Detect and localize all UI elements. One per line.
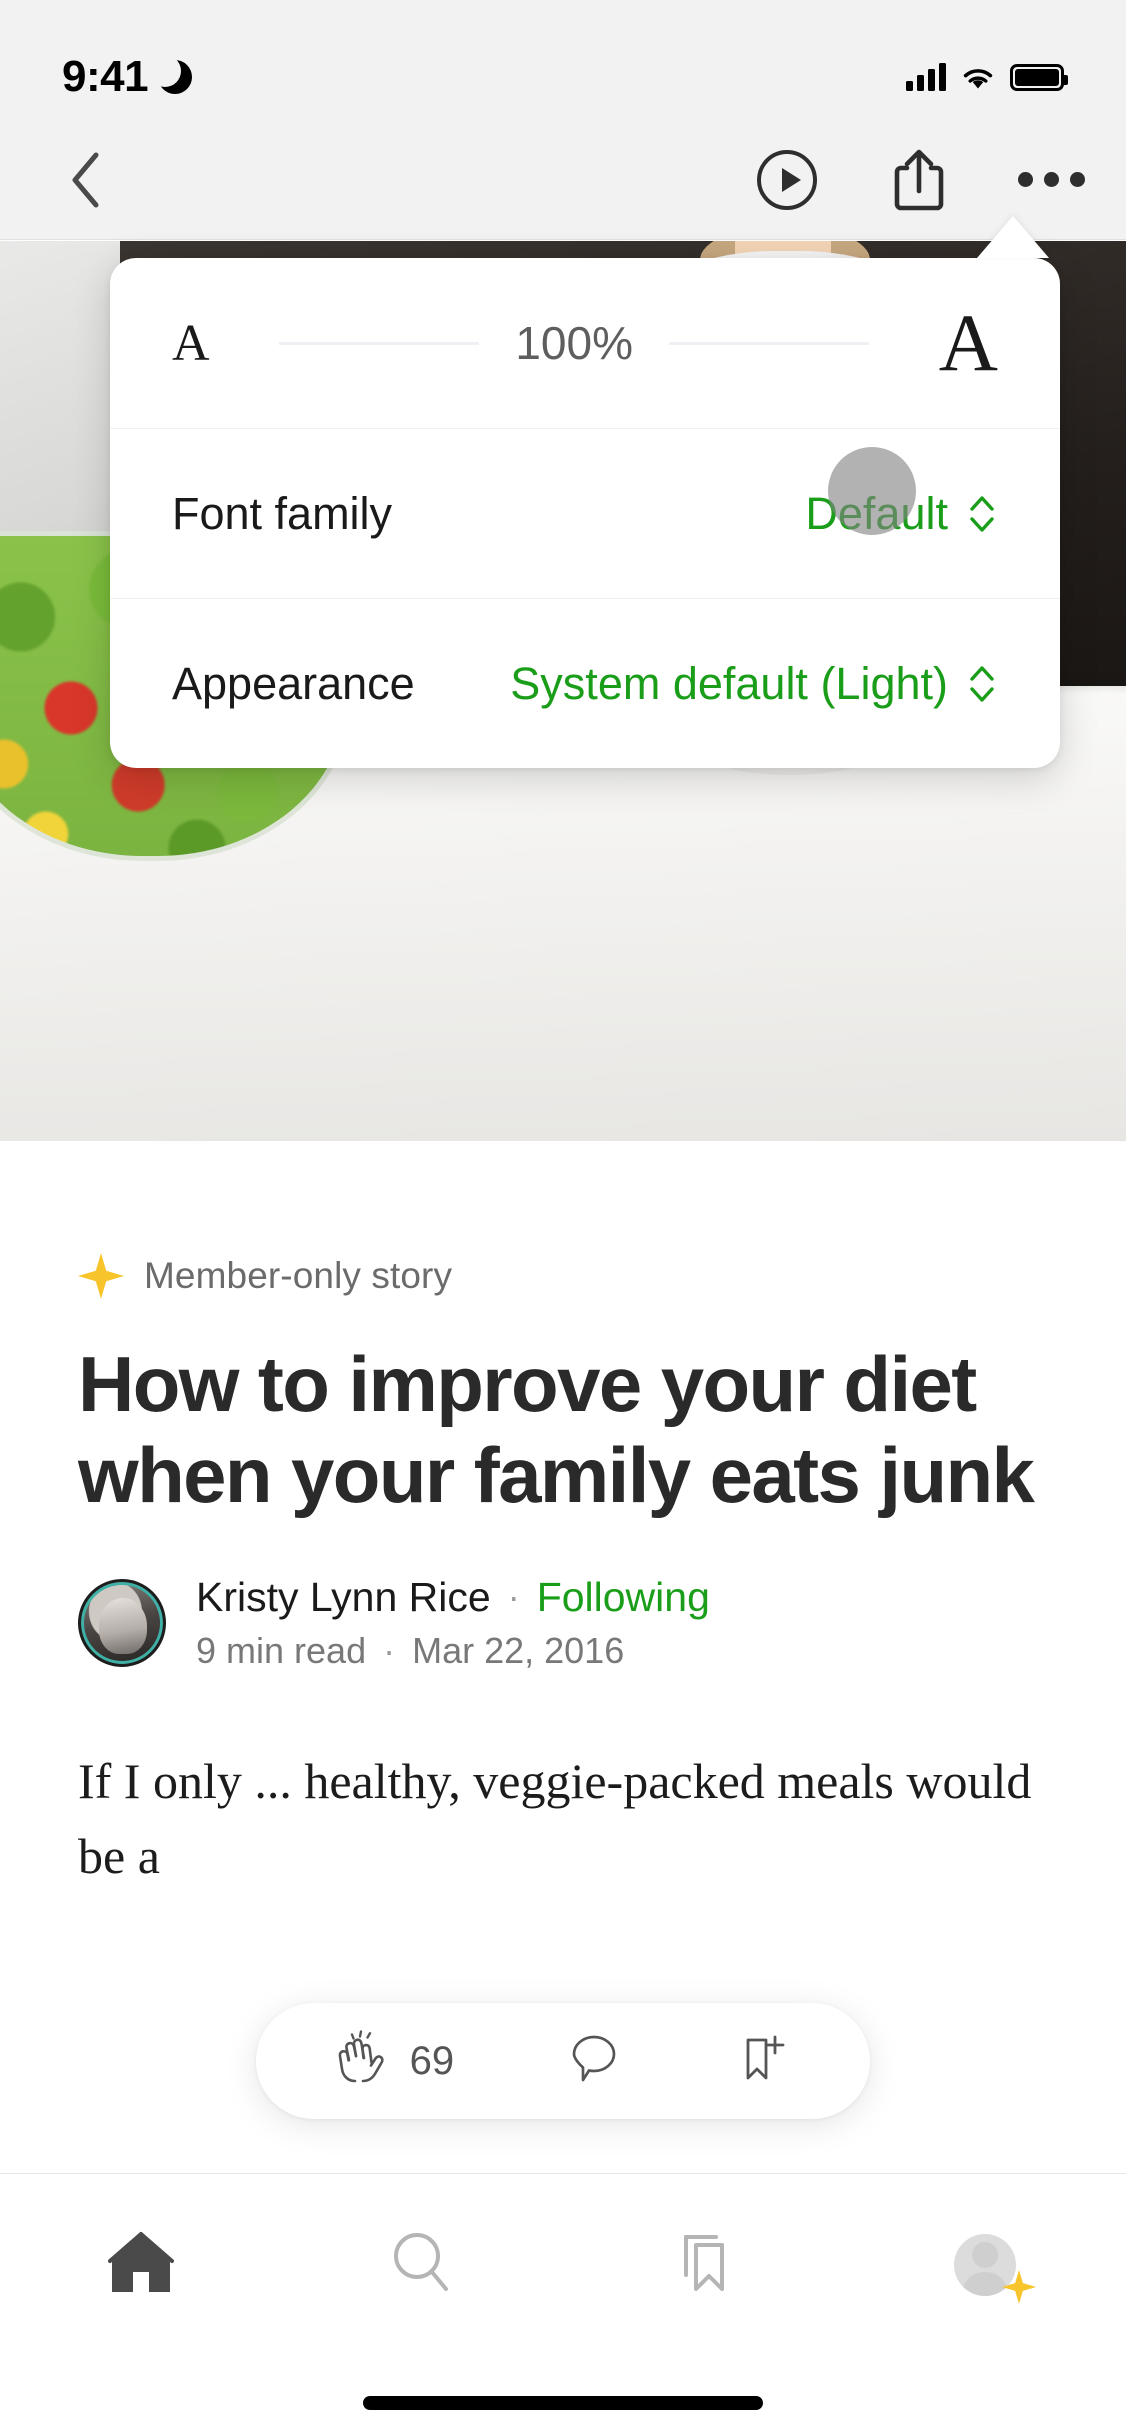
clap-icon: [334, 2029, 394, 2094]
popover-arrow: [977, 216, 1049, 258]
appearance-value-group[interactable]: System default (Light): [510, 658, 998, 710]
navigation-actions: [752, 145, 1086, 215]
byline-text: Kristy Lynn Rice · Following 9 min read …: [196, 1574, 710, 1672]
avatar[interactable]: [78, 1578, 166, 1667]
search-icon: [386, 2227, 458, 2304]
sidebar-item-library[interactable]: [619, 2210, 789, 2320]
font-family-label: Font family: [172, 487, 393, 539]
bookmark-add-icon: [734, 2030, 792, 2093]
byline-secondary: 9 min read · Mar 22, 2016: [196, 1630, 710, 1672]
floating-action-bar: 69: [256, 2003, 870, 2119]
comment-button[interactable]: [565, 2030, 623, 2093]
wifi-icon: [960, 63, 996, 91]
reader-settings-popover: A 100% A Font family Default Appearance …: [110, 258, 1060, 768]
bookmark-icon: [668, 2227, 740, 2304]
touch-point-indicator: [828, 447, 916, 535]
publish-date: Mar 22, 2016: [412, 1629, 625, 1671]
clap-count: 69: [409, 2038, 455, 2083]
back-button[interactable]: [55, 150, 115, 210]
appearance-row[interactable]: Appearance System default (Light): [110, 598, 1060, 768]
battery-full-icon: [1010, 63, 1068, 91]
chevron-up-down-icon: [966, 662, 998, 706]
byline-primary: Kristy Lynn Rice · Following: [196, 1574, 710, 1621]
zoom-value: 100%: [515, 317, 633, 369]
appearance-label: Appearance: [172, 657, 415, 709]
slider-track-right: [669, 341, 869, 345]
bookmark-add-button[interactable]: [734, 2030, 792, 2093]
more-horizontal-icon[interactable]: [1016, 145, 1086, 215]
slider-track-left: [279, 341, 480, 345]
page-title: How to improve your diet when your famil…: [78, 1340, 1035, 1520]
author-byline: Kristy Lynn Rice · Following 9 min read …: [78, 1574, 1048, 1672]
member-only-label: Member-only story: [144, 1255, 453, 1296]
zoom-control-row: A 100% A: [110, 258, 1060, 428]
share-up-icon[interactable]: [884, 145, 954, 215]
sidebar-item-home[interactable]: [56, 2210, 226, 2320]
clap-button[interactable]: 69: [334, 2029, 455, 2094]
navigation-bar: [0, 120, 1126, 240]
read-time: 9 min read: [196, 1629, 367, 1671]
sidebar-item-search[interactable]: [337, 2210, 507, 2320]
status-time: 9:41: [62, 52, 149, 101]
zoom-slider[interactable]: 100%: [210, 316, 939, 370]
byline-separator: ·: [383, 1629, 396, 1671]
bottom-tab-bar: [0, 2173, 1126, 2436]
cellular-bars-icon: [906, 63, 946, 91]
appearance-value: System default (Light): [510, 657, 948, 709]
member-only-badge: Member-only story: [78, 1253, 1048, 1299]
status-bar: 9:41: [0, 0, 1126, 120]
star-icon: [78, 1253, 124, 1299]
article-paragraph: If I only ... healthy, veggie-packed mea…: [78, 1752, 1032, 1884]
chevron-up-down-icon: [966, 492, 998, 536]
font-family-row[interactable]: Font family Default: [110, 428, 1060, 598]
home-icon: [104, 2228, 178, 2303]
author-name[interactable]: Kristy Lynn Rice: [196, 1574, 491, 1621]
increase-font-size-button[interactable]: A: [939, 296, 998, 390]
status-bar-right: [906, 63, 1068, 91]
play-circle-icon[interactable]: [752, 145, 822, 215]
crescent-moon-icon: [149, 55, 193, 94]
decrease-font-size-button[interactable]: A: [172, 314, 210, 373]
comment-bubble-icon: [565, 2030, 623, 2093]
star-icon: [1002, 2270, 1037, 2304]
follow-button[interactable]: Following: [537, 1574, 710, 1621]
home-indicator: [363, 2396, 763, 2410]
sidebar-item-profile[interactable]: [900, 2210, 1070, 2320]
byline-separator: ·: [507, 1576, 520, 1617]
status-bar-left: 9:41: [62, 52, 193, 102]
